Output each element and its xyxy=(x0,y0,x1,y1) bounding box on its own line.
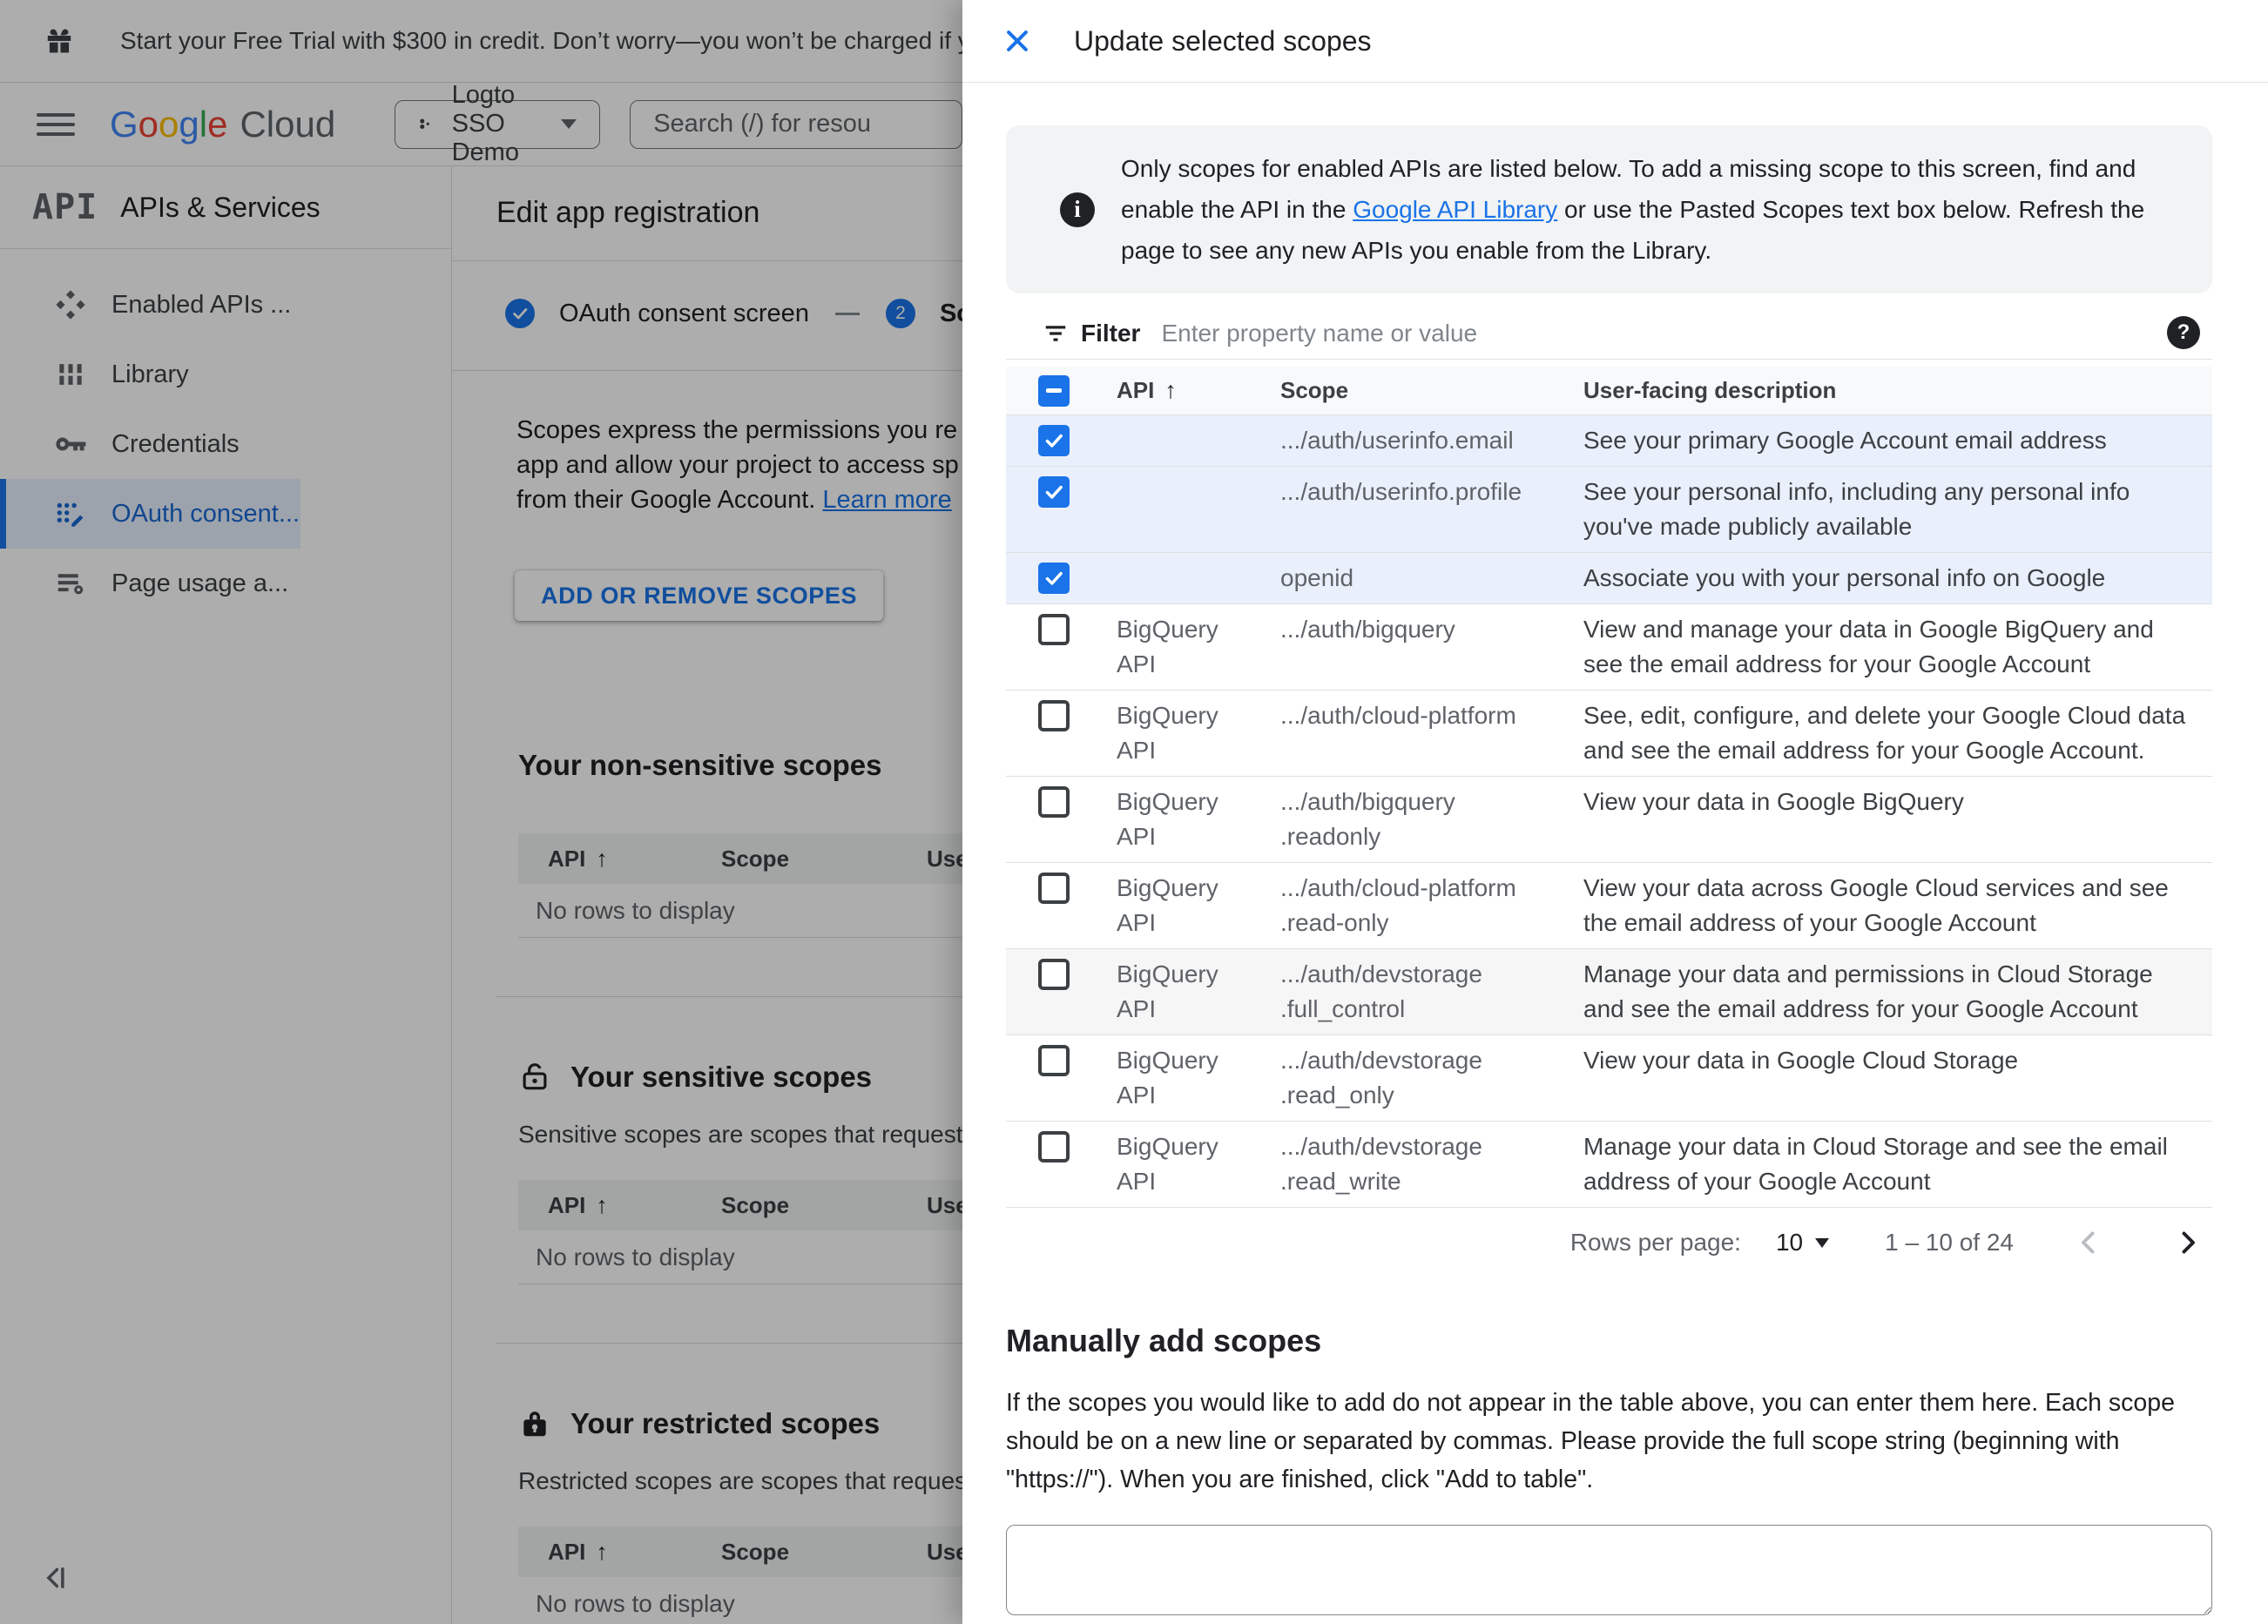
cell-description: See your primary Google Account email ad… xyxy=(1583,427,2107,454)
table-row[interactable]: .../auth/userinfo.email See your primary … xyxy=(1006,415,2212,467)
indeterminate-icon xyxy=(1046,388,1062,393)
table-header-row: API Scope User-facing description xyxy=(1006,367,2212,415)
close-icon xyxy=(1002,26,1032,56)
caret-down-icon xyxy=(1815,1237,1830,1248)
table-row[interactable]: BigQuery API .../auth/devstorage .full_co… xyxy=(1006,949,2212,1035)
sort-asc-icon xyxy=(1164,377,1177,404)
cell-scope: .../auth/devstorage .read_only xyxy=(1280,1047,1482,1108)
cell-description: Associate you with your personal info on… xyxy=(1583,564,2106,591)
manual-add-scopes-section: Manually add scopes If the scopes you wo… xyxy=(1006,1321,2212,1615)
row-checkbox-checked[interactable] xyxy=(1038,425,1070,456)
row-checkbox-checked[interactable] xyxy=(1038,476,1070,508)
row-checkbox-unchecked[interactable] xyxy=(1038,786,1070,818)
cell-description: Manage your data in Cloud Storage and se… xyxy=(1583,1133,2168,1195)
row-checkbox-unchecked[interactable] xyxy=(1038,1045,1070,1076)
manual-title: Manually add scopes xyxy=(1006,1323,1322,1358)
filter-icon xyxy=(1043,320,1069,347)
table-row[interactable]: BigQuery API .../auth/bigquery View and ma… xyxy=(1006,604,2212,691)
row-checkbox-unchecked[interactable] xyxy=(1038,700,1070,731)
table-row[interactable]: BigQuery API .../auth/bigquery .readonly V… xyxy=(1006,777,2212,863)
cell-description: See your personal info, including any pe… xyxy=(1583,478,2130,540)
manual-scopes-input[interactable] xyxy=(1006,1525,2212,1615)
cell-description: View and manage your data in Google BigQ… xyxy=(1583,616,2154,677)
filter-input[interactable] xyxy=(1161,319,2212,347)
cell-scope: .../auth/userinfo.email xyxy=(1280,427,1514,454)
cell-description: View your data in Google BigQuery xyxy=(1583,788,1964,815)
column-header-description[interactable]: User-facing description xyxy=(1583,377,2212,404)
table-row[interactable]: .../auth/userinfo.profile See your person… xyxy=(1006,467,2212,553)
cell-api: BigQuery API xyxy=(1117,702,1218,764)
column-header-scope[interactable]: Scope xyxy=(1280,377,1583,404)
cell-description: See, edit, configure, and delete your Go… xyxy=(1583,702,2186,764)
pagination: Rows per page: 10 1 – 10 of 24 xyxy=(1006,1208,2212,1277)
cell-api: BigQuery API xyxy=(1117,1047,1218,1108)
cell-scope: .../auth/devstorage .read_write xyxy=(1280,1133,1482,1195)
select-all-checkbox[interactable] xyxy=(1038,374,1070,407)
table-row[interactable]: BigQuery API .../auth/cloud-platform See, … xyxy=(1006,691,2212,777)
cell-scope: .../auth/userinfo.profile xyxy=(1280,478,1522,505)
panel-header: Update selected scopes xyxy=(962,0,2268,83)
table-row[interactable]: BigQuery API .../auth/devstorage .read_on… xyxy=(1006,1035,2212,1122)
cell-scope: openid xyxy=(1280,564,1354,591)
cell-scope: .../auth/cloud-platform xyxy=(1280,702,1516,729)
page-range: 1 – 10 of 24 xyxy=(1885,1229,2014,1256)
cell-api: BigQuery API xyxy=(1117,788,1218,850)
google-api-library-link[interactable]: Google API Library xyxy=(1353,196,1557,223)
cell-description: View your data across Google Cloud servi… xyxy=(1583,874,2169,936)
column-header-api[interactable]: API xyxy=(1117,377,1280,404)
cell-api: BigQuery API xyxy=(1117,960,1218,1022)
row-checkbox-unchecked[interactable] xyxy=(1038,1131,1070,1162)
update-scopes-panel: Update selected scopes Only scopes for e… xyxy=(962,0,2268,1624)
background-page: Start your Free Trial with $300 in credi… xyxy=(0,0,962,1624)
rows-per-page-select[interactable]: 10 xyxy=(1776,1229,1830,1257)
scopes-table: API Scope User-facing description .../au… xyxy=(1006,367,2212,1208)
cell-description: Manage your data and permissions in Clou… xyxy=(1583,960,2153,1022)
cell-scope: .../auth/cloud-platform .read-only xyxy=(1280,874,1516,936)
table-row[interactable]: openid Associate you with your personal i… xyxy=(1006,553,2212,604)
table-row[interactable]: BigQuery API .../auth/devstorage .read_wr… xyxy=(1006,1122,2212,1208)
filter-label: Filter xyxy=(1081,319,1141,347)
cell-description: View your data in Google Cloud Storage xyxy=(1583,1047,2019,1074)
screen: Start your Free Trial with $300 in credi… xyxy=(0,0,2268,1624)
help-icon[interactable] xyxy=(2167,316,2200,349)
cell-scope: .../auth/bigquery xyxy=(1280,616,1455,643)
info-text: Only scopes for enabled APIs are listed … xyxy=(1121,155,2145,264)
info-icon xyxy=(1060,192,1095,227)
manual-description: If the scopes you would like to add do n… xyxy=(1006,1389,2175,1493)
cell-scope: .../auth/bigquery .readonly xyxy=(1280,788,1455,850)
modal-scrim[interactable] xyxy=(0,0,962,1624)
row-checkbox-unchecked[interactable] xyxy=(1038,614,1070,645)
cell-api: BigQuery API xyxy=(1117,616,1218,677)
close-button[interactable] xyxy=(997,21,1037,61)
cell-api: BigQuery API xyxy=(1117,874,1218,936)
panel-title: Update selected scopes xyxy=(1074,24,1372,57)
cell-scope: .../auth/devstorage .full_control xyxy=(1280,960,1482,1022)
chevron-left-icon[interactable] xyxy=(2073,1227,2104,1258)
rows-per-page-label: Rows per page: xyxy=(1569,1229,1741,1256)
cell-api: BigQuery API xyxy=(1117,1133,1218,1195)
row-checkbox-checked[interactable] xyxy=(1038,563,1070,594)
chevron-right-icon[interactable] xyxy=(2172,1227,2204,1258)
row-checkbox-unchecked[interactable] xyxy=(1038,959,1070,990)
table-row[interactable]: BigQuery API .../auth/cloud-platform .rea… xyxy=(1006,863,2212,949)
info-banner: Only scopes for enabled APIs are listed … xyxy=(1006,125,2212,293)
filter-bar: Filter xyxy=(1006,307,2212,360)
row-checkbox-unchecked[interactable] xyxy=(1038,873,1070,904)
